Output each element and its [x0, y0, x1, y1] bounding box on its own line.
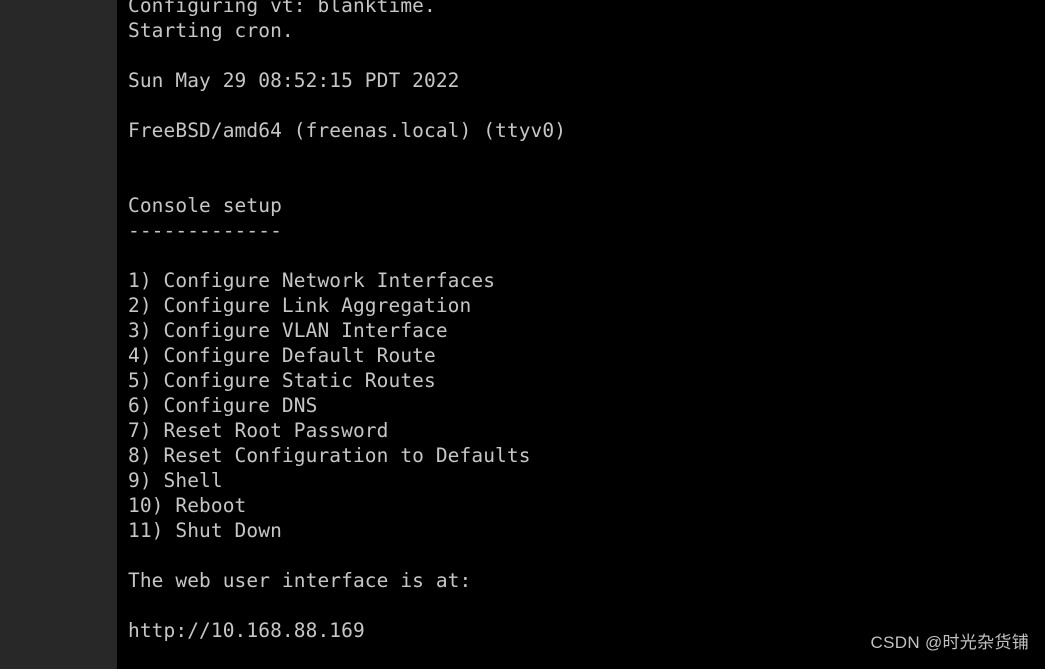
menu-item-reset-root-password[interactable]: 7) Reset Root Password	[128, 418, 1045, 443]
freenas-console-screenshot: Configuring vt: blanktime. Starting cron…	[0, 0, 1045, 669]
menu-item-configure-vlan-interface[interactable]: 3) Configure VLAN Interface	[128, 318, 1045, 343]
terminal-console[interactable]: Configuring vt: blanktime. Starting cron…	[117, 0, 1045, 669]
menu-item-configure-dns[interactable]: 6) Configure DNS	[128, 393, 1045, 418]
console-line-boot-message: Configuring vt: blanktime.	[128, 0, 436, 17]
console-output: Configuring vt: blanktime. Starting cron…	[128, 0, 1045, 669]
menu-item-reset-configuration-to-defaults[interactable]: 8) Reset Configuration to Defaults	[128, 443, 1045, 468]
menu-item-reboot[interactable]: 10) Reboot	[128, 493, 1045, 518]
console-line-os-banner: FreeBSD/amd64 (freenas.local) (ttyv0)	[128, 119, 567, 142]
console-line-cron-message: Starting cron.	[128, 19, 294, 42]
console-setup-heading: Console setup	[128, 194, 282, 217]
console-setup-rule: -------------	[128, 219, 282, 242]
menu-item-shell[interactable]: 9) Shell	[128, 468, 1045, 493]
menu-item-configure-network-interfaces[interactable]: 1) Configure Network Interfaces	[128, 268, 1045, 293]
menu-item-configure-static-routes[interactable]: 5) Configure Static Routes	[128, 368, 1045, 393]
menu-item-configure-link-aggregation[interactable]: 2) Configure Link Aggregation	[128, 293, 1045, 318]
menu-item-configure-default-route[interactable]: 4) Configure Default Route	[128, 343, 1045, 368]
csdn-watermark: CSDN @时光杂货铺	[870, 633, 1029, 652]
console-line-date: Sun May 29 08:52:15 PDT 2022	[128, 69, 460, 92]
menu-item-shut-down[interactable]: 11) Shut Down	[128, 518, 1045, 543]
left-letterbox-band	[0, 0, 117, 669]
web-ui-notice: The web user interface is at:	[128, 569, 472, 592]
